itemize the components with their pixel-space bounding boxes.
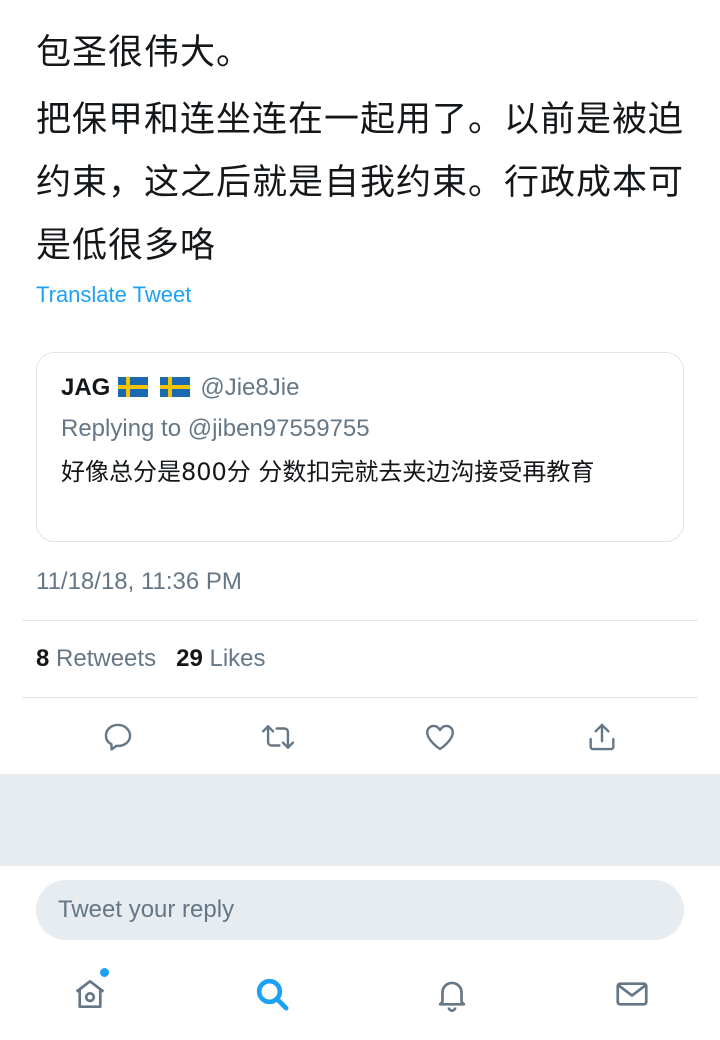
notifications-icon[interactable] (428, 970, 476, 1018)
like-icon[interactable] (418, 715, 462, 759)
likes-count: 29 (176, 645, 203, 672)
share-icon[interactable] (580, 715, 624, 759)
home-notification-dot (100, 968, 109, 977)
quoted-author-name: JAG (61, 374, 111, 401)
tweet-timestamp: 11/18/18, 11:36 PM (36, 568, 242, 595)
quoted-author-handle: @Jie8Jie (200, 374, 300, 401)
quoted-tweet-text: 好像总分是800分 分数扣完就去夹边沟接受再教育 (61, 458, 595, 486)
messages-icon[interactable] (608, 970, 656, 1018)
sweden-flag-icon (118, 377, 149, 397)
replying-to: Replying to @jiben97559755 (61, 415, 370, 442)
search-icon[interactable] (248, 970, 296, 1018)
tweet-line: 把保甲和连坐连在一起用了。以前是被迫约束，这之后就是自我约束。行政成本可是低很多… (36, 100, 685, 266)
divider (22, 620, 698, 621)
tweet-line: 包圣很伟大。 (36, 33, 253, 73)
bottom-tab-bar (0, 946, 720, 1040)
tweet-actions (0, 715, 720, 759)
retweets-stat[interactable]: 8 Retweets (36, 645, 156, 672)
reply-input[interactable] (36, 880, 684, 940)
sweden-flag-icon (160, 377, 191, 397)
home-icon[interactable] (66, 970, 114, 1018)
reply-icon[interactable] (96, 715, 140, 759)
retweet-icon[interactable] (256, 715, 300, 759)
retweets-count: 8 (36, 645, 50, 672)
quoted-tweet-header: JAG @Jie8Jie (61, 373, 299, 402)
tweet-stats: 8 Retweets 29 Likes (36, 645, 266, 673)
translate-tweet-link[interactable]: Translate Tweet (36, 282, 191, 308)
retweets-label: Retweets (56, 645, 157, 672)
likes-stat[interactable]: 29 Likes (176, 645, 265, 672)
divider (22, 697, 698, 698)
content-separator (0, 774, 720, 866)
quoted-tweet[interactable]: JAG @Jie8Jie Replying to @jiben97559755 好… (36, 352, 684, 542)
tweet-text: 包圣很伟大。 把保甲和连坐连在一起用了。以前是被迫约束，这之后就是自我约束。行政… (36, 22, 686, 278)
likes-label: Likes (209, 645, 266, 672)
